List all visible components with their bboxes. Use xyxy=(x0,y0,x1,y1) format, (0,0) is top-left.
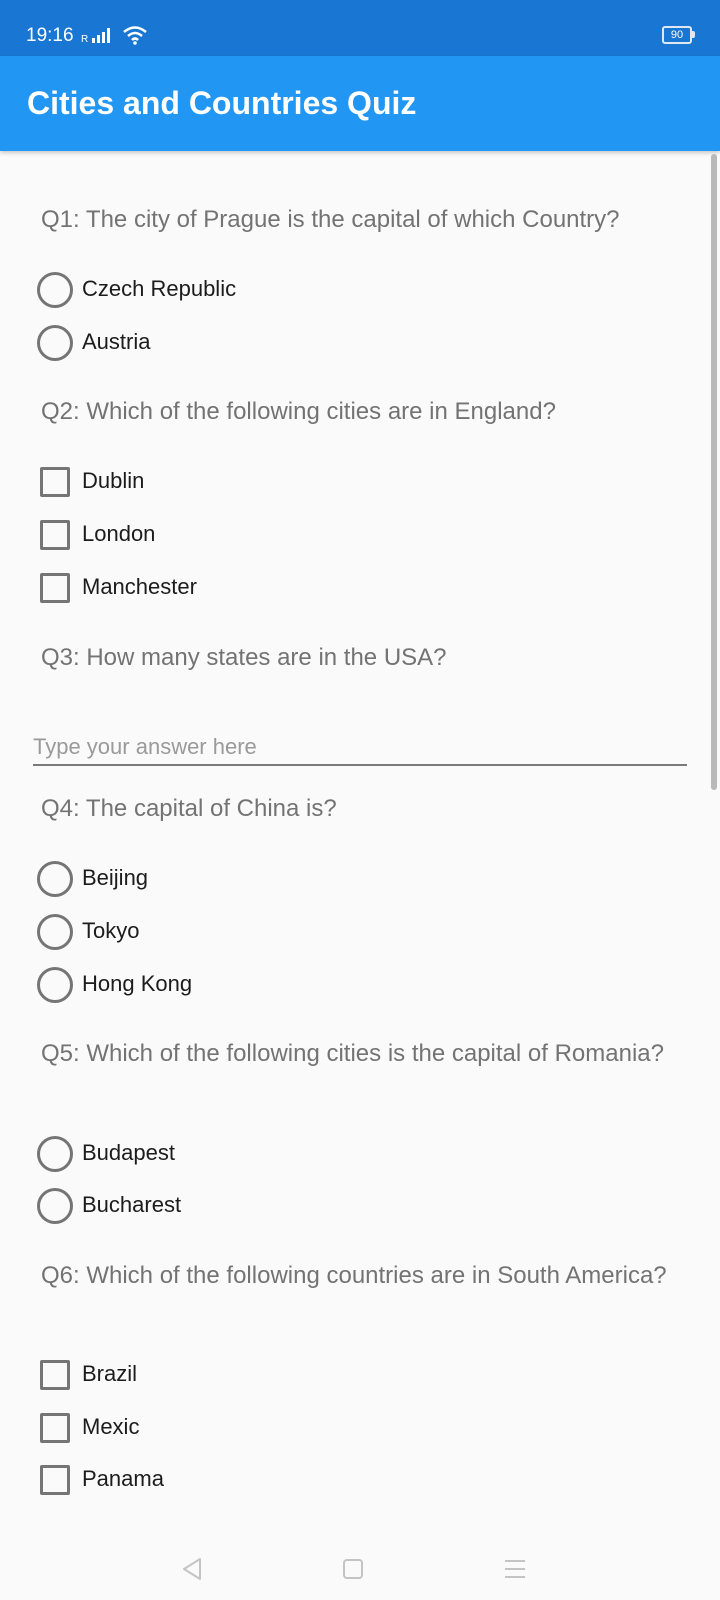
option-label: Tokyo xyxy=(82,918,140,943)
question-3-text: Q3: How many states are in the USA? xyxy=(41,644,447,671)
option-label: Dublin xyxy=(82,468,145,493)
back-icon[interactable] xyxy=(178,1554,208,1584)
home-icon[interactable] xyxy=(338,1554,368,1584)
radio-button[interactable] xyxy=(37,914,73,950)
signal-label: R xyxy=(81,34,88,45)
signal-icon: R xyxy=(80,26,118,46)
radio-button[interactable] xyxy=(37,325,73,361)
menu-icon[interactable] xyxy=(500,1554,530,1584)
radio-button[interactable] xyxy=(37,1136,73,1172)
radio-button[interactable] xyxy=(37,1188,73,1224)
checkbox[interactable] xyxy=(40,467,70,497)
checkbox[interactable] xyxy=(40,1360,70,1390)
status-bar: 19:16 R 90 xyxy=(0,0,720,56)
option-label: Beijing xyxy=(82,865,149,890)
question-1-text: Q1: The city of Prague is the capital of… xyxy=(41,206,620,233)
question-5-text: Q5: Which of the following cities is the… xyxy=(41,1040,664,1067)
status-time: 19:16 xyxy=(26,25,74,46)
radio-button[interactable] xyxy=(37,861,73,897)
radio-button[interactable] xyxy=(37,967,73,1003)
page-title: Cities and Countries Quiz xyxy=(27,85,417,121)
checkbox[interactable] xyxy=(40,520,70,550)
wifi-icon xyxy=(122,24,148,46)
battery-level: 90 xyxy=(662,26,692,44)
option-label: Austria xyxy=(82,329,151,354)
question-6-text: Q6: Which of the following countries are… xyxy=(41,1262,667,1289)
checkbox[interactable] xyxy=(40,1465,70,1495)
radio-button[interactable] xyxy=(37,272,73,308)
question-2-text: Q2: Which of the following cities are in… xyxy=(41,398,556,425)
option-label: Mexic xyxy=(82,1414,140,1439)
battery-icon: 90 xyxy=(662,26,695,44)
option-label: Hong Kong xyxy=(82,971,193,996)
option-label: Panama xyxy=(82,1466,164,1491)
checkbox[interactable] xyxy=(40,1413,70,1443)
option-label: London xyxy=(82,521,156,546)
battery-tip xyxy=(692,31,695,38)
option-label: Manchester xyxy=(82,574,197,599)
question-4-text: Q4: The capital of China is? xyxy=(41,795,337,822)
option-label: Bucharest xyxy=(82,1192,182,1217)
app-bar: Cities and Countries Quiz xyxy=(0,56,720,151)
navigation-bar xyxy=(0,1540,720,1600)
q3-answer-input[interactable] xyxy=(33,730,687,766)
option-label: Czech Republic xyxy=(82,276,237,301)
option-label: Budapest xyxy=(82,1140,175,1165)
scroll-indicator[interactable] xyxy=(711,154,717,790)
option-label: Brazil xyxy=(82,1361,138,1386)
checkbox[interactable] xyxy=(40,573,70,603)
